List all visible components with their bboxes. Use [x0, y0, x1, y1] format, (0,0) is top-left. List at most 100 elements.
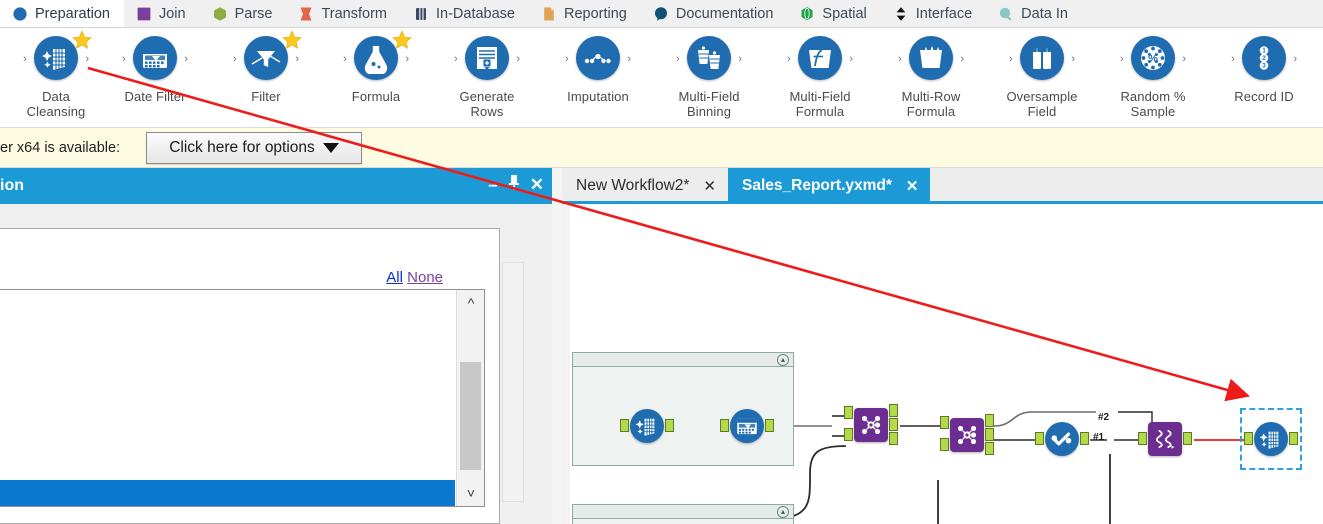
workflow-tab-label: Sales_Report.yxmd*	[742, 177, 892, 194]
ribbon-tool-random--sample[interactable]: › % › Random % Sample	[1097, 32, 1209, 119]
port-out-j[interactable]	[985, 428, 994, 441]
panel-splitter[interactable]	[552, 168, 562, 524]
node-select[interactable]	[1035, 422, 1089, 456]
notification-options-button[interactable]: Click here for options	[146, 132, 362, 164]
multirow-formula-icon[interactable]	[909, 36, 953, 80]
chevron-left-icon: ›	[343, 53, 347, 65]
ribbon-tool-multi-field-binning[interactable]: › › Multi-Field Binning	[653, 32, 765, 119]
port-out-j[interactable]	[889, 418, 898, 431]
chevron-up-icon[interactable]: ^	[457, 290, 485, 316]
collapse-icon[interactable]: ▲	[777, 354, 789, 366]
oversample-field-icon[interactable]: 1 1	[1020, 36, 1064, 80]
select-none-link[interactable]: None	[407, 269, 443, 286]
close-icon[interactable]: ✕	[703, 179, 716, 194]
close-icon[interactable]: ✕	[906, 179, 919, 194]
select-all-link[interactable]: All	[386, 269, 403, 286]
port-in-right[interactable]	[844, 428, 853, 441]
favorite-star-icon[interactable]	[282, 30, 302, 50]
category-tab-data-in[interactable]: Data In	[986, 0, 1082, 27]
port-out-r[interactable]	[985, 442, 994, 455]
multifield-binning-icon[interactable]	[687, 36, 731, 80]
ribbon-tool-generate-rows[interactable]: › › Generate Rows	[431, 32, 543, 119]
port-out[interactable]	[1183, 432, 1192, 445]
random-sample-icon[interactable]: %	[1131, 36, 1175, 80]
port-in-left[interactable]	[940, 416, 949, 429]
ribbon-tool-oversample-field[interactable]: › 1 1 › Oversample Field	[986, 32, 1098, 119]
node-join-1[interactable]	[844, 404, 898, 445]
category-tab-spatial[interactable]: Spatial	[787, 0, 880, 27]
tool-icon-wrap: › ›	[342, 30, 412, 88]
workflow-tab-1[interactable]: Sales_Report.yxmd* ✕	[728, 168, 931, 204]
port-in[interactable]	[1138, 432, 1147, 445]
ribbon-tool-formula[interactable]: › › Formula	[320, 30, 432, 104]
category-tab-reporting[interactable]: Reporting	[529, 0, 641, 27]
chevron-left-icon: ›	[23, 53, 27, 65]
chevron-down-icon[interactable]: ˅	[457, 480, 485, 506]
join-icon[interactable]	[950, 418, 984, 452]
globe-hex-icon	[799, 6, 815, 22]
record-id-icon[interactable]: 123	[1242, 36, 1286, 80]
generate-rows-icon[interactable]	[465, 36, 509, 80]
favorite-star-icon[interactable]	[72, 30, 92, 50]
ribbon-tool-date-filter[interactable]: › › Date Filter	[99, 32, 211, 104]
port-out-r[interactable]	[889, 432, 898, 445]
tool-icon-wrap: › 1 1 ›	[1008, 32, 1076, 88]
fields-list	[0, 290, 455, 506]
select-icon[interactable]	[1045, 422, 1079, 456]
workflow-canvas[interactable]: ▲ ▲ #2 #1	[562, 204, 1323, 524]
data-cleansing-icon[interactable]	[630, 409, 664, 443]
ribbon-tool-record-id[interactable]: › 123 › Record ID	[1208, 32, 1320, 104]
close-icon[interactable]: ✕	[530, 176, 544, 193]
port-out-l[interactable]	[985, 414, 994, 427]
category-tab-parse[interactable]: Parse	[200, 0, 287, 27]
fields-listbox[interactable]: ^ ˅	[0, 289, 485, 507]
node-join-2[interactable]	[940, 414, 994, 455]
pin-icon[interactable]	[508, 175, 520, 193]
ribbon-tool-filter[interactable]: › › Filter	[210, 30, 322, 104]
list-item-selected[interactable]	[0, 480, 455, 506]
tool-container-lower[interactable]: ▲	[572, 504, 794, 524]
category-tab-join[interactable]: Join	[124, 0, 200, 27]
configuration-panel-header: ion – ✕	[0, 168, 552, 204]
collapse-icon[interactable]: ▲	[777, 506, 789, 518]
ribbon-tool-imputation[interactable]: › › Imputation	[542, 32, 654, 104]
date-filter-icon[interactable]	[133, 36, 177, 80]
node-union[interactable]	[1138, 422, 1192, 456]
category-tab-transform[interactable]: Transform	[286, 0, 401, 27]
port-out[interactable]	[765, 419, 774, 432]
category-tab-interface[interactable]: Interface	[881, 0, 986, 27]
join-icon[interactable]	[854, 408, 888, 442]
category-tab-label: Spatial	[822, 5, 867, 22]
ribbon-tool-label: Formula	[351, 89, 401, 104]
node-data-cleansing[interactable]	[620, 409, 674, 443]
tool-icon-wrap: › ›	[453, 32, 521, 88]
scrollbar-thumb[interactable]	[460, 362, 481, 470]
union-icon[interactable]	[1148, 422, 1182, 456]
category-tab-label: Reporting	[564, 5, 627, 22]
workflow-tab-2[interactable]: New Workflow2* ✕	[562, 168, 728, 204]
category-tab-preparation[interactable]: Preparation	[0, 0, 124, 27]
category-tab-in-database[interactable]: In-Database	[401, 0, 529, 27]
port-in[interactable]	[720, 419, 729, 432]
ribbon-tool-data-cleansing[interactable]: › › Data Cleansing	[0, 30, 112, 119]
multifield-formula-icon[interactable]	[798, 36, 842, 80]
circle-icon	[12, 6, 28, 22]
node-date-filter[interactable]	[720, 409, 774, 443]
date-filter-icon[interactable]	[730, 409, 764, 443]
port-in-left[interactable]	[844, 406, 853, 419]
port-in-right[interactable]	[940, 438, 949, 451]
imputation-icon[interactable]	[576, 36, 620, 80]
minimize-icon[interactable]: –	[488, 176, 497, 193]
category-tab-documentation[interactable]: Documentation	[641, 0, 788, 27]
favorite-star-icon[interactable]	[392, 30, 412, 50]
port-in[interactable]	[620, 419, 629, 432]
port-out-l[interactable]	[889, 404, 898, 417]
ribbon-tool-multi-row-formula[interactable]: › › Multi-Row Formula	[875, 32, 987, 119]
listbox-scrollbar[interactable]: ^ ˅	[456, 290, 484, 506]
port-in[interactable]	[1035, 432, 1044, 445]
ribbon-tool-multi-field-formula[interactable]: › › Multi-Field Formula	[764, 32, 876, 119]
port-out[interactable]	[1080, 432, 1089, 445]
configuration-panel-body: All None ^ ˅	[0, 204, 552, 524]
port-out[interactable]	[665, 419, 674, 432]
panel-scrollbar[interactable]	[502, 262, 524, 502]
